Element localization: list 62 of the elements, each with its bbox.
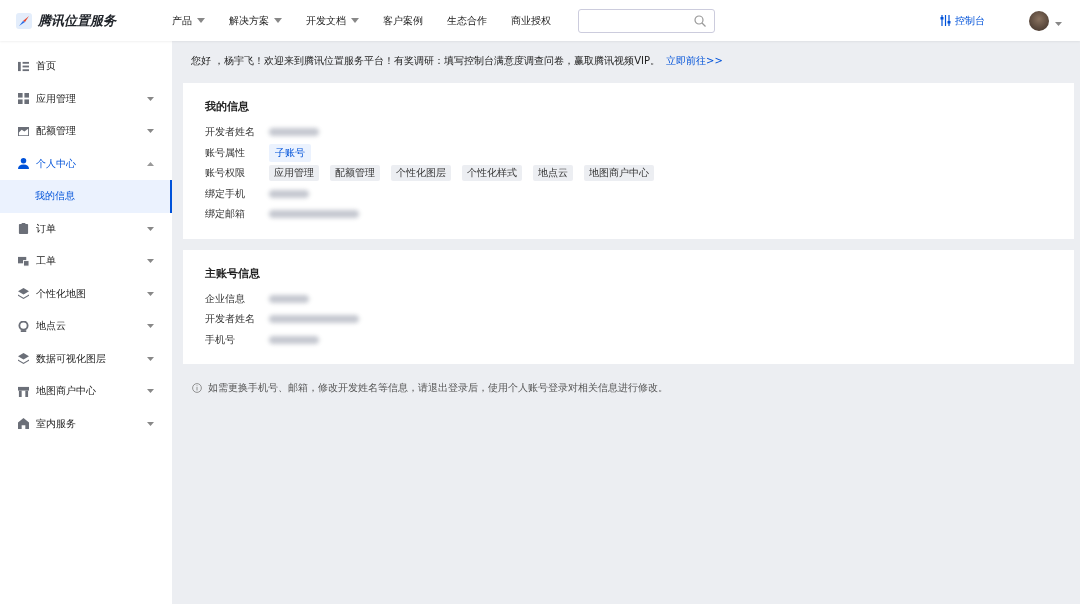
field-label: 绑定邮箱 xyxy=(205,207,246,222)
notice-link[interactable]: 立即前往>> xyxy=(666,54,723,68)
logo-icon xyxy=(16,12,32,29)
sidebar-item[interactable]: 室内服务 xyxy=(0,407,172,440)
blurred-value xyxy=(269,294,309,303)
nav-link[interactable]: 解决方案 xyxy=(229,13,282,28)
nav-link[interactable]: 产品 xyxy=(172,13,205,28)
nav-link[interactable]: 开发文档 xyxy=(306,13,359,28)
sidebar-item[interactable]: 应用管理 xyxy=(0,82,172,115)
console-link[interactable]: 控制台 xyxy=(940,13,985,28)
blurred-value xyxy=(269,189,309,198)
field-label: 账号权限 xyxy=(205,166,246,181)
chart-icon xyxy=(18,125,29,137)
sidebar-item[interactable]: 订单 xyxy=(0,212,172,245)
sliders-icon xyxy=(940,15,951,26)
field-label: 企业信息 xyxy=(205,291,246,306)
field-label: 开发者姓名 xyxy=(205,312,256,327)
footnote-text: 如需更换手机号、邮箱，修改开发姓名等信息，请退出登录后，使用个人账号登录对相关信息进行修改。 xyxy=(208,381,668,395)
user-icon xyxy=(18,158,29,170)
card-title: 主账号信息 xyxy=(205,265,261,281)
nav-link[interactable]: 客户案例 xyxy=(383,13,423,28)
sidebar-item[interactable]: 工单 xyxy=(0,245,172,278)
pin-icon xyxy=(18,320,29,332)
ticket-icon xyxy=(18,255,29,267)
blurred-value xyxy=(269,128,319,137)
sidebar-item[interactable]: 配额管理 xyxy=(0,115,172,148)
nav-link[interactable]: 商业授权 xyxy=(511,13,551,28)
info-icon xyxy=(192,383,202,393)
blurred-value xyxy=(269,335,319,344)
account-type-tag: 子账号 xyxy=(269,143,311,162)
avatar[interactable] xyxy=(1029,10,1049,31)
search-field[interactable] xyxy=(578,8,715,33)
sidebar-item[interactable]: 地点云 xyxy=(0,310,172,343)
sidebar-item[interactable]: 个人中心 xyxy=(0,147,172,180)
notice-text: 您好 ，杨宇飞！欢迎来到腾讯位置服务平台！有奖调研：填写控制台满意度调查问卷，赢取腾讯视频VIP。 xyxy=(191,54,660,68)
sidebar-subitem[interactable]: 我的信息 xyxy=(0,180,172,213)
field-label: 开发者姓名 xyxy=(205,125,256,140)
sidebar-item[interactable]: 数据可视化图层 xyxy=(0,342,172,375)
nav-link[interactable]: 生态合作 xyxy=(447,13,487,28)
caret-icon xyxy=(1055,22,1062,26)
logo-text: 腾讯位置服务 xyxy=(38,11,116,30)
sidebar-item[interactable]: 地图商户中心 xyxy=(0,375,172,408)
field-label: 绑定手机 xyxy=(205,186,246,201)
store-icon xyxy=(18,385,29,397)
permission-tag: 配额管理 xyxy=(330,165,380,182)
field-label: 手机号 xyxy=(205,332,236,347)
permission-tag: 地点云 xyxy=(533,165,573,182)
field-label: 账号属性 xyxy=(205,145,246,160)
permission-tag: 应用管理 xyxy=(269,165,319,182)
sidebar-item[interactable]: 首页 xyxy=(0,50,172,83)
layers-icon xyxy=(18,288,29,300)
sidebar-item[interactable]: 个性化地图 xyxy=(0,277,172,310)
home-icon xyxy=(18,418,29,430)
grid-icon xyxy=(18,93,29,105)
card-title: 我的信息 xyxy=(205,99,250,114)
permission-tag: 个性化图层 xyxy=(391,165,451,182)
clipboard-icon xyxy=(18,223,29,235)
permission-tag: 地图商户中心 xyxy=(584,165,654,182)
layers-icon xyxy=(18,353,29,365)
search-icon xyxy=(694,14,706,27)
permission-tag: 个性化样式 xyxy=(462,165,522,182)
list-icon xyxy=(18,60,29,72)
